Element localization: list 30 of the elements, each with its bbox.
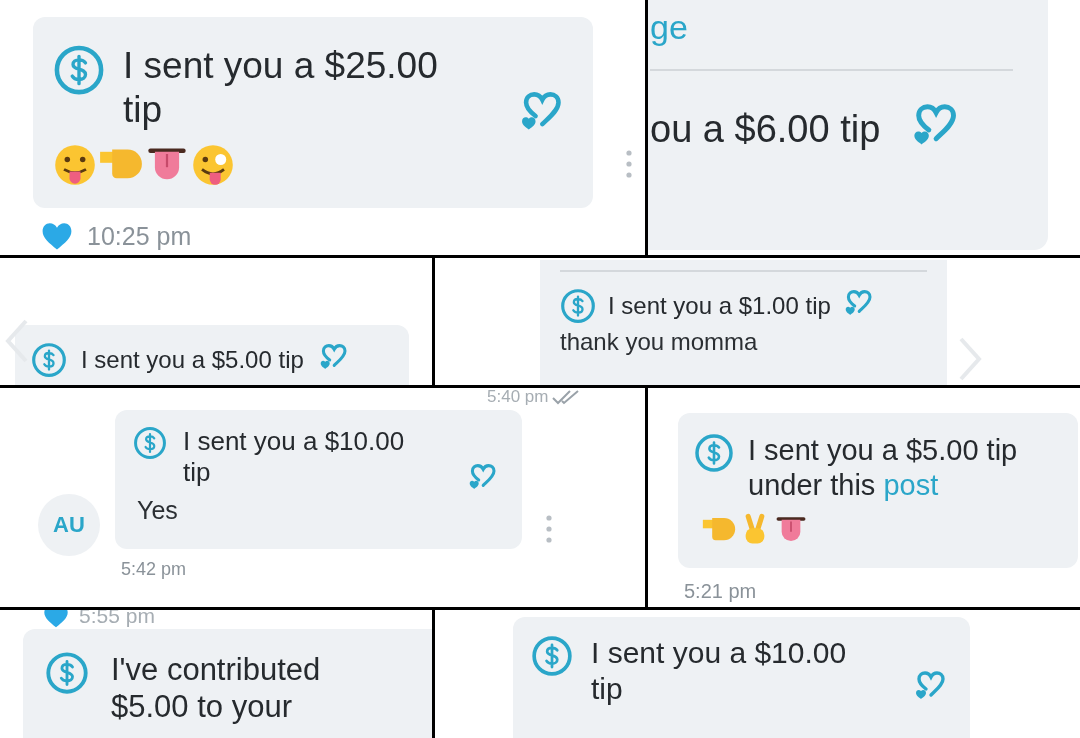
tip-message: I sent you a $25.00 tip: [123, 44, 439, 133]
message-time: 5:40 pm: [487, 388, 549, 407]
zany-face-icon: [191, 142, 235, 187]
dollar-icon: [45, 650, 89, 695]
tip-message: I sent you a $10.00 tip: [591, 635, 848, 707]
heart-icon[interactable]: [41, 222, 73, 251]
message-time: 10:25 pm: [87, 222, 192, 251]
tip-note: Yes: [137, 495, 179, 527]
dollar-icon: [53, 44, 105, 96]
tip-message: ou a $6.00 tip: [650, 107, 881, 153]
tip-message: I sent you a $5.00 tip: [81, 345, 304, 375]
more-icon[interactable]: [626, 150, 632, 178]
heart-icon[interactable]: [43, 610, 69, 629]
dollar-icon: [694, 433, 734, 473]
header-text: ge: [650, 10, 689, 44]
tip-message: I've contributed $5.00 to your: [111, 650, 322, 726]
message-time: 5:21 pm: [684, 580, 757, 603]
dollar-icon: [560, 288, 596, 324]
tip-note: thank you momma: [560, 327, 759, 357]
dollar-icon: [531, 635, 573, 677]
post-link[interactable]: post: [883, 468, 939, 501]
more-icon[interactable]: [546, 515, 552, 543]
tongue-face-icon: [53, 142, 97, 187]
dollar-icon: [31, 342, 67, 378]
avatar[interactable]: AU: [38, 494, 100, 556]
tip-message: I sent you a $1.00 tip: [608, 291, 831, 321]
tip-message: I sent you a $5.00 tip under this post: [748, 433, 1019, 503]
dollar-icon: [133, 426, 167, 460]
tip-message: I sent you a $10.00 tip: [183, 426, 406, 489]
message-time: 5:42 pm: [121, 559, 187, 580]
